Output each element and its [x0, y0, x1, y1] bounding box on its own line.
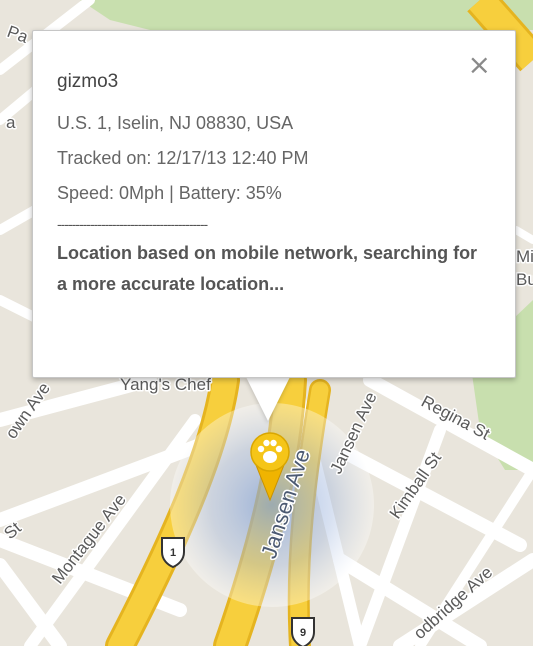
info-window: × gizmo3 U.S. 1, Iselin, NJ 08830, USA T…	[32, 30, 516, 378]
popup-tail	[246, 377, 290, 421]
street-label: Mi	[516, 247, 533, 266]
separator: ----------------------------------------…	[57, 216, 208, 232]
location-status-message: Location based on mobile network, search…	[57, 243, 478, 294]
park-area	[80, 0, 533, 30]
device-address: U.S. 1, Iselin, NJ 08830, USA	[57, 113, 294, 133]
speed-battery: Speed: 0Mph | Battery: 35%	[57, 183, 282, 203]
street-label: a	[6, 113, 16, 132]
svg-text:9: 9	[300, 627, 306, 639]
svg-text:1: 1	[170, 547, 176, 559]
route-shield-9: 9	[291, 617, 315, 646]
tracked-on: Tracked on: 12/17/13 12:40 PM	[57, 148, 309, 168]
route-shield-1: 1	[161, 537, 185, 569]
device-name: gizmo3	[57, 71, 119, 92]
street-label: Bu	[516, 270, 533, 289]
close-icon[interactable]: ×	[468, 51, 491, 79]
